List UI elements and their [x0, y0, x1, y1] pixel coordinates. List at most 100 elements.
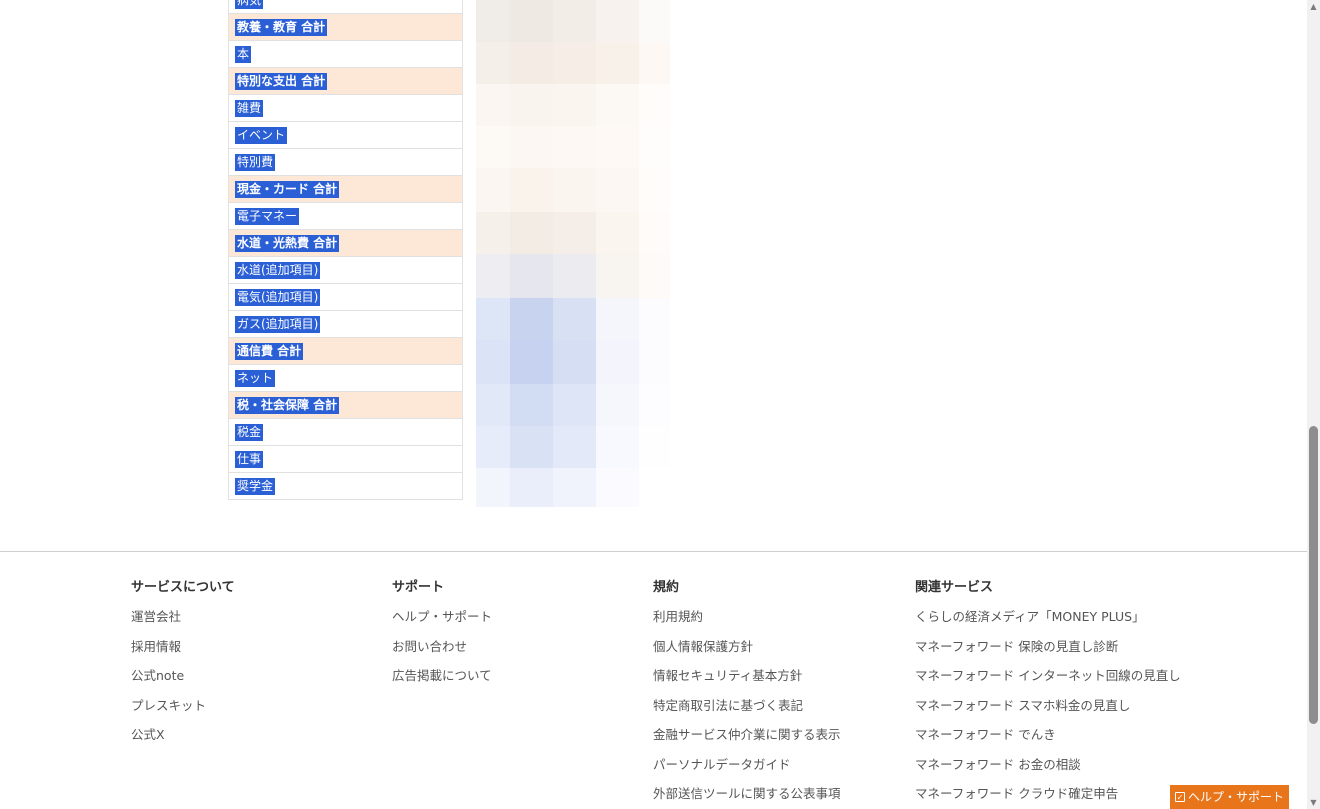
category-total-row: 税・社会保障 合計 — [229, 392, 462, 419]
footer-heading: 規約 — [653, 580, 680, 595]
category-row: 雑費 — [229, 95, 462, 122]
blurred-cell — [639, 384, 670, 426]
footer-link[interactable]: マネーフォワード でんき — [915, 727, 1181, 757]
blurred-cell — [476, 212, 510, 254]
footer-link[interactable]: 個人情報保護方針 — [653, 639, 841, 669]
blurred-cell — [639, 0, 670, 42]
blurred-cell — [553, 298, 596, 340]
category-label: ネット — [235, 370, 276, 387]
blurred-cell — [596, 212, 639, 254]
blurred-cell — [510, 254, 553, 298]
help-support-label: ヘルプ・サポート — [1187, 790, 1284, 804]
footer-col-related: 関連サービスくらしの経済メディア「MONEY PLUS」 マネーフォワード 保険の… — [915, 579, 1181, 809]
footer-col-support: サポート ヘルプ・サポート お問い合わせ 広告掲載について — [392, 579, 492, 698]
footer-link[interactable]: マネーフォワード インターネット回線の見直し — [915, 668, 1181, 698]
blurred-cell — [596, 254, 639, 298]
category-label: 現金・カード 合計 — [235, 181, 340, 198]
blurred-cell — [639, 426, 670, 468]
category-label: 水道(追加項目) — [235, 262, 321, 279]
category-label: 税金 — [235, 424, 264, 441]
footer-link[interactable]: ヘルプ・サポート — [392, 609, 492, 639]
footer-col-about: サービスについて 運営会社 採用情報 公式note プレスキット 公式X — [131, 579, 235, 757]
blurred-cell — [553, 84, 596, 126]
category-row: 奨学金 — [229, 473, 462, 500]
footer-link[interactable]: 公式note — [131, 668, 235, 698]
footer-link[interactable]: マネーフォワード お金の相談 — [915, 757, 1181, 787]
category-label: 奨学金 — [235, 478, 276, 495]
category-label: イベント — [235, 127, 288, 144]
category-label: 仕事 — [235, 451, 264, 468]
footer-link[interactable]: マネーフォワード スマホ料金の見直し — [915, 698, 1181, 728]
footer-heading: 関連サービス — [915, 580, 994, 595]
blurred-cell — [639, 84, 670, 126]
footer-link[interactable]: 金融サービス仲介業に関する表示 — [653, 727, 841, 757]
category-row: 特別費 — [229, 149, 462, 176]
blurred-cell — [639, 126, 670, 168]
category-label: 電気(追加項目) — [235, 289, 321, 306]
footer-link[interactable]: マネーフォワード クラウド確定申告 — [915, 786, 1181, 809]
category-label: 税・社会保障 合計 — [235, 397, 340, 414]
blurred-cell — [476, 84, 510, 126]
footer-link[interactable]: 利用規約 — [653, 609, 841, 639]
category-label: 教養・教育 合計 — [235, 19, 328, 36]
blurred-cell — [510, 126, 553, 168]
blurred-cell — [596, 426, 639, 468]
category-row: 電子マネー — [229, 203, 462, 230]
blurred-cell — [639, 42, 670, 84]
footer-link[interactable]: 公式X — [131, 727, 235, 757]
blurred-cell — [476, 340, 510, 384]
blurred-cell — [510, 340, 553, 384]
category-row: 水道(追加項目) — [229, 257, 462, 284]
category-label: 水道・光熱費 合計 — [235, 235, 340, 252]
category-row: 仕事 — [229, 446, 462, 473]
blurred-cell — [553, 126, 596, 168]
blurred-cell — [553, 0, 596, 42]
scroll-up-arrow-icon[interactable]: ▲ — [1307, 0, 1320, 13]
blurred-cell — [510, 426, 553, 468]
category-total-row: 通信費 合計 — [229, 338, 462, 365]
footer-col-terms: 規約利用規約 個人情報保護方針 情報セキュリティ基本方針 特定商取引法に基づく表記 金融… — [653, 579, 841, 809]
footer-link[interactable]: プレスキット — [131, 698, 235, 728]
blurred-cell — [596, 340, 639, 384]
footer-link[interactable]: パーソナルデータガイド — [653, 757, 841, 787]
scrollbar-thumb[interactable] — [1309, 426, 1318, 724]
category-total-row: 水道・光熱費 合計 — [229, 230, 462, 257]
blurred-cell — [639, 298, 670, 340]
blurred-cell — [553, 426, 596, 468]
category-total-row: 現金・カード 合計 — [229, 176, 462, 203]
category-row: ネット — [229, 365, 462, 392]
blurred-cell — [553, 254, 596, 298]
scroll-down-arrow-icon[interactable]: ▼ — [1307, 796, 1320, 809]
footer-link[interactable]: 運営会社 — [131, 609, 235, 639]
category-row: 本 — [229, 41, 462, 68]
blurred-cell — [510, 168, 553, 212]
category-row: 税金 — [229, 419, 462, 446]
blurred-cell — [596, 384, 639, 426]
blurred-cell — [476, 0, 510, 42]
footer-link[interactable]: マネーフォワード 保険の見直し診断 — [915, 639, 1181, 669]
blurred-values-area — [476, 0, 670, 507]
category-total-row: 特別な支出 合計 — [229, 68, 462, 95]
blurred-cell — [476, 168, 510, 212]
blurred-cell — [596, 468, 639, 507]
footer-link[interactable]: 情報セキュリティ基本方針 — [653, 668, 841, 698]
blurred-cell — [476, 426, 510, 468]
footer-link[interactable]: 広告掲載について — [392, 668, 492, 698]
blurred-cell — [510, 212, 553, 254]
blurred-cell — [476, 384, 510, 426]
blurred-cell — [596, 126, 639, 168]
blurred-cell — [596, 42, 639, 84]
footer-link[interactable]: くらしの経済メディア「MONEY PLUS」 — [915, 609, 1181, 639]
blurred-cell — [596, 298, 639, 340]
category-label: ガス(追加項目) — [235, 316, 321, 333]
category-label: 特別費 — [235, 154, 276, 171]
footer-link[interactable]: お問い合わせ — [392, 639, 492, 669]
footer-link[interactable]: 特定商取引法に基づく表記 — [653, 698, 841, 728]
blurred-cell — [476, 126, 510, 168]
budget-table: 病気 教養・教育 合計本特別な支出 合計 雑費 イベント 特別費 現金・カード 合計 電子マ… — [228, 0, 463, 500]
help-support-button[interactable]: ✓ ヘルプ・サポート — [1170, 785, 1289, 809]
footer-link[interactable]: 採用情報 — [131, 639, 235, 669]
category-label: 特別な支出 合計 — [235, 73, 328, 90]
footer-link[interactable]: 外部送信ツールに関する公表事項 — [653, 786, 841, 809]
blurred-cell — [476, 42, 510, 84]
